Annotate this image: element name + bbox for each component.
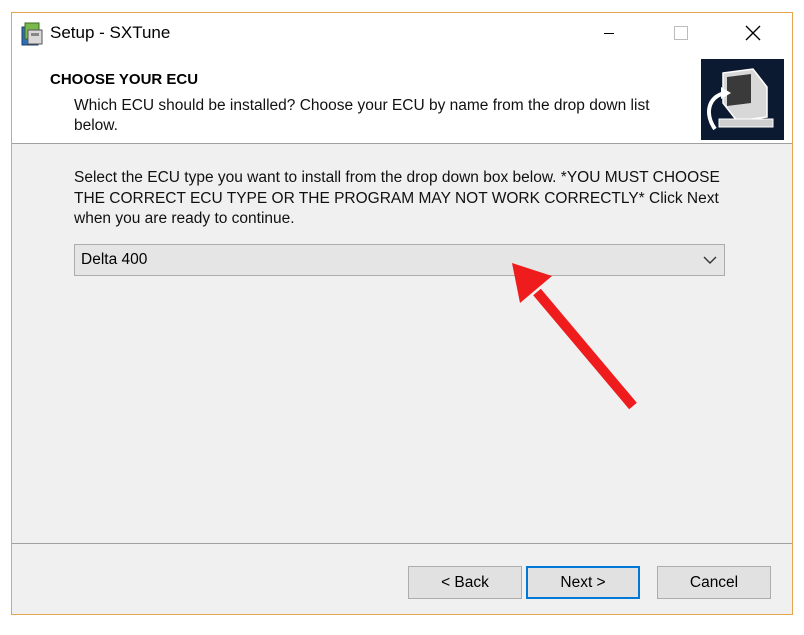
computer-install-icon: [701, 59, 784, 140]
instructions-text: Select the ECU type you want to install …: [74, 169, 720, 227]
maximize-button[interactable]: [658, 13, 704, 53]
page-subtitle: Which ECU should be installed? Choose yo…: [74, 97, 650, 134]
back-button[interactable]: < Back: [408, 566, 522, 599]
maximize-icon: [674, 26, 688, 40]
title-bar: Setup - SXTune: [12, 13, 792, 53]
close-icon: [745, 25, 761, 41]
next-button[interactable]: Next >: [526, 566, 640, 599]
wizard-header: CHOOSE YOUR ECU Which ECU should be inst…: [12, 53, 792, 144]
ecu-selected-value: Delta 400: [81, 251, 148, 268]
page-title: CHOOSE YOUR ECU: [50, 71, 199, 88]
chevron-down-icon: [703, 256, 717, 264]
ecu-type-dropdown[interactable]: Delta 400: [74, 244, 725, 276]
divider: [12, 543, 792, 544]
setup-window: Setup - SXTune CHOOSE YOUR ECU Which ECU…: [11, 12, 793, 615]
minimize-button[interactable]: [586, 13, 632, 53]
close-button[interactable]: [730, 13, 776, 53]
minimize-icon: [604, 33, 614, 34]
setup-installer-icon: [21, 22, 43, 46]
window-title: Setup - SXTune: [50, 23, 171, 42]
cancel-button[interactable]: Cancel: [657, 566, 771, 599]
